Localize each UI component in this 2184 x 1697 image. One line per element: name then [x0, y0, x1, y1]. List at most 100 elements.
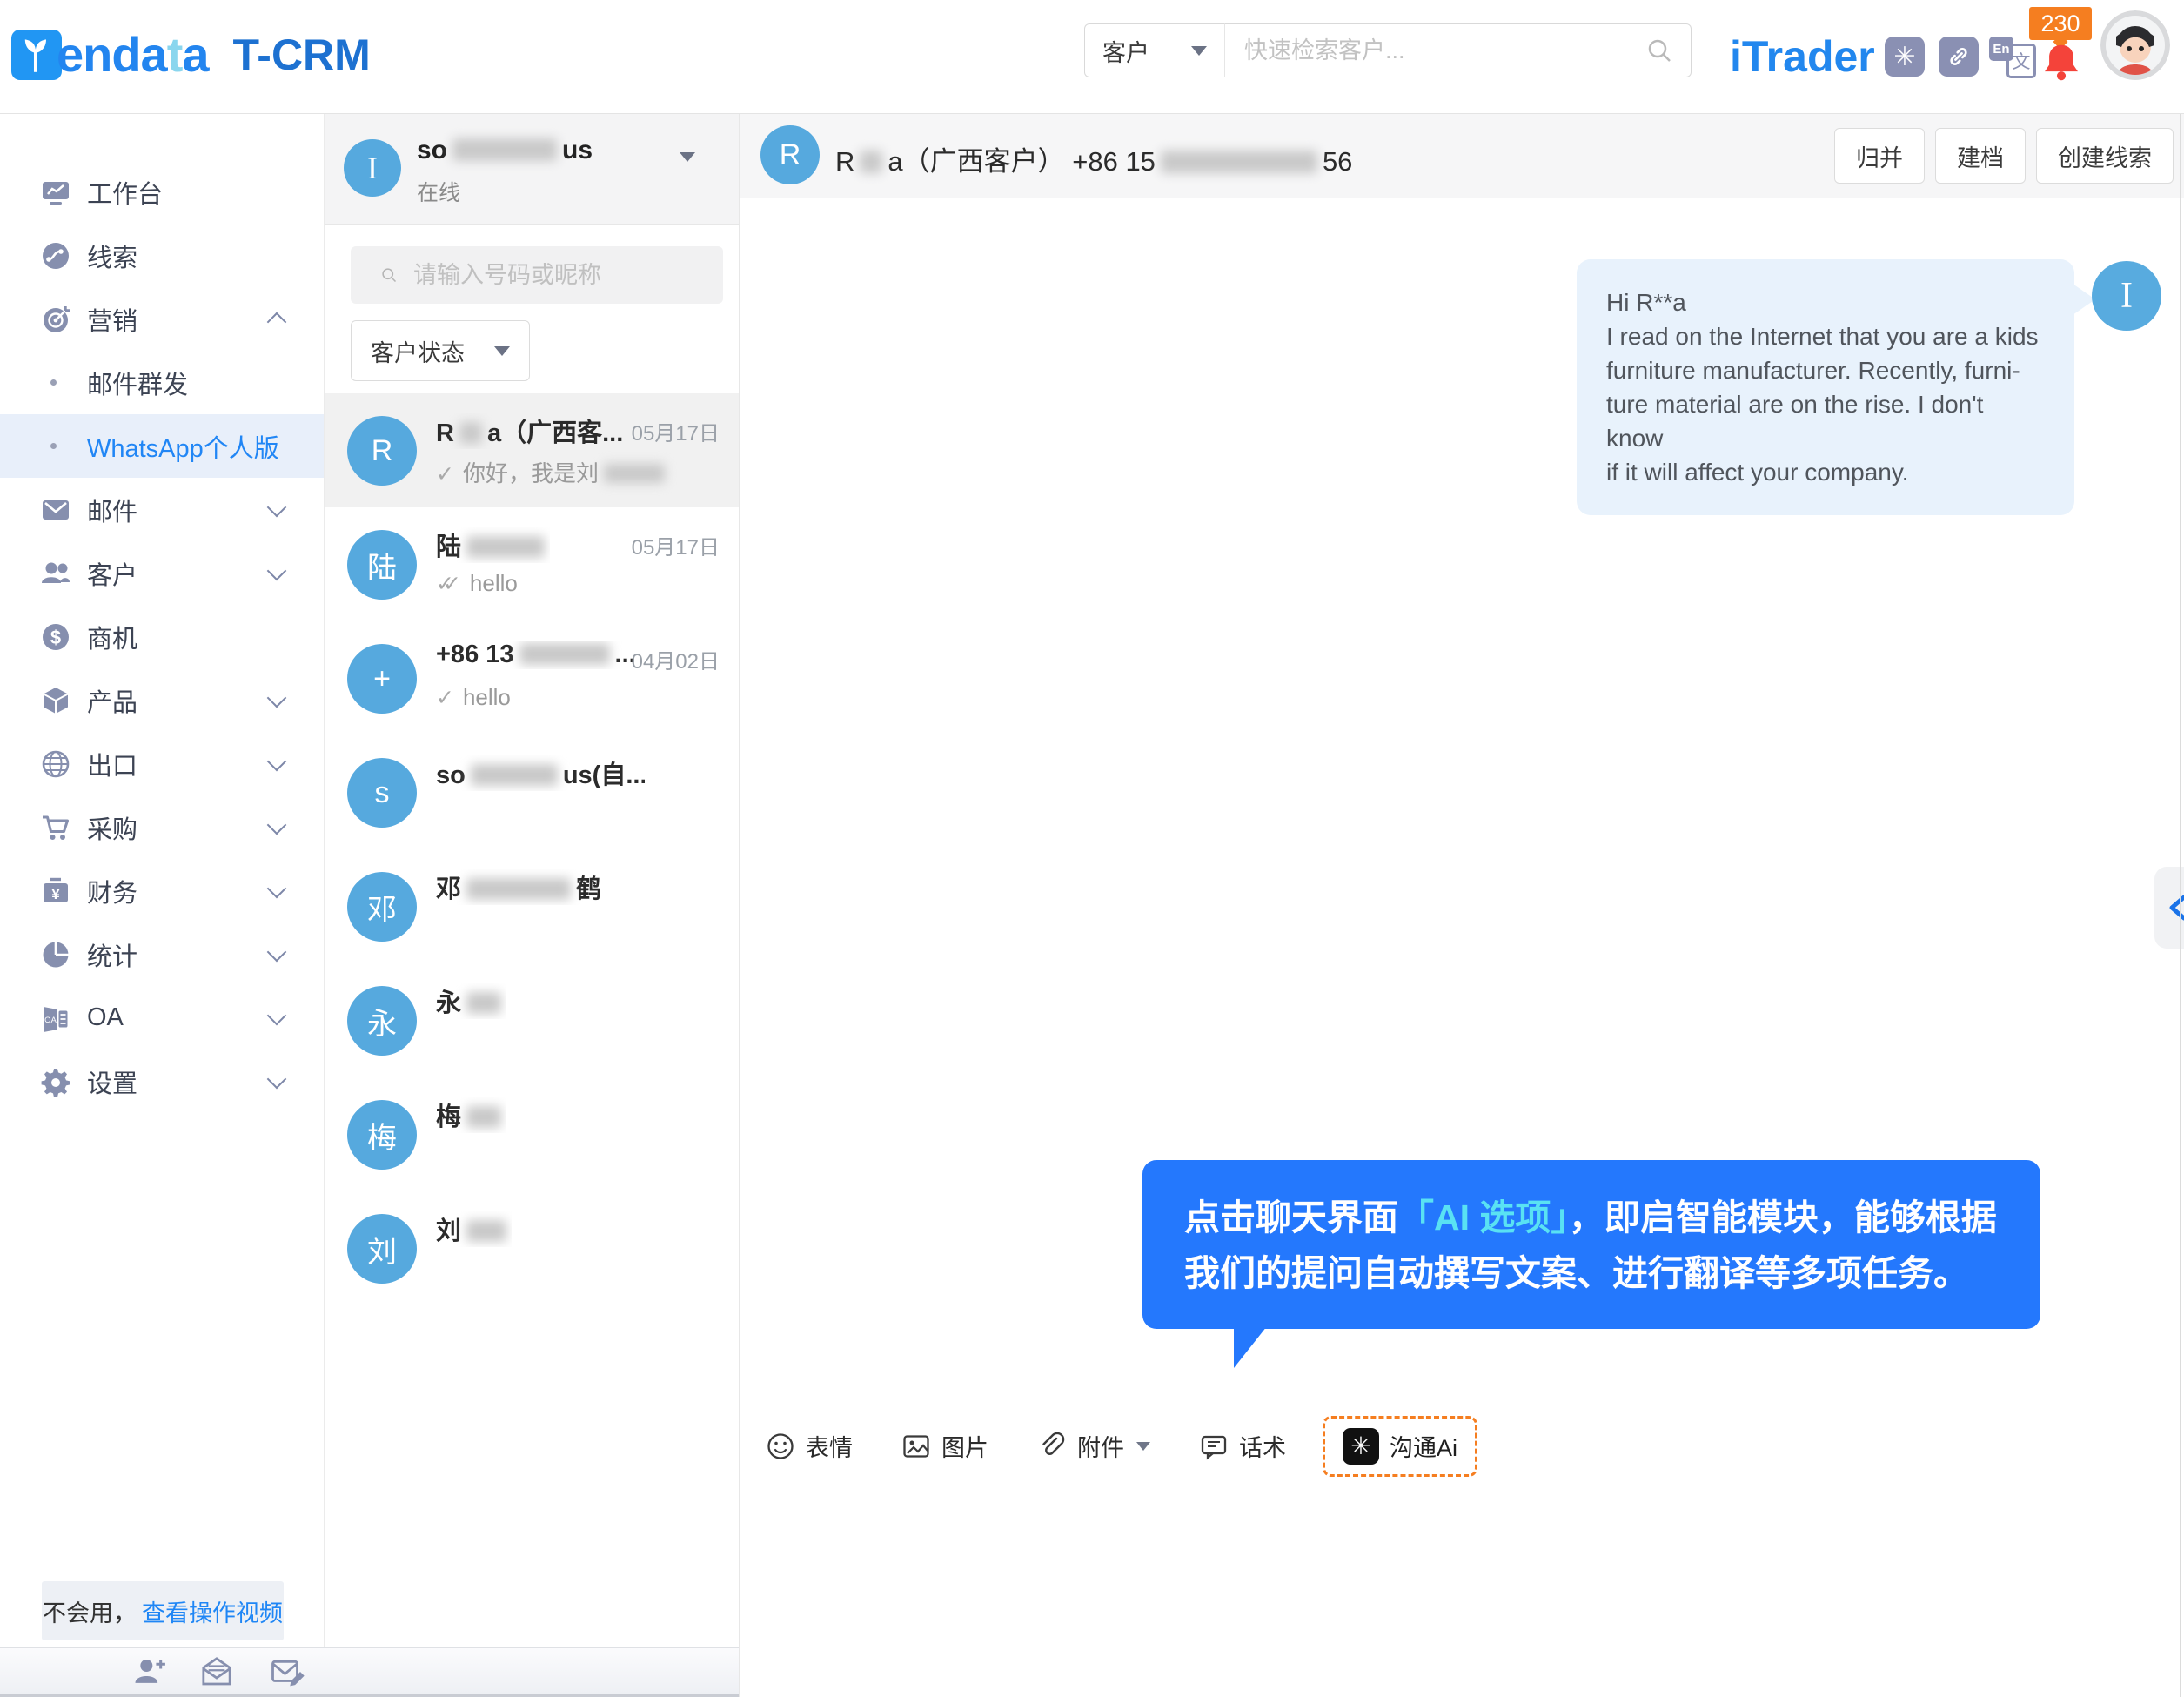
contact-name: 陆 — [436, 527, 550, 563]
sidebar-item-邮件群发[interactable]: 邮件群发 — [0, 351, 324, 414]
contact-name: Ra（广西客... — [436, 419, 624, 447]
help-text: 不会用， — [43, 1600, 137, 1627]
scripts-icon — [1199, 1432, 1229, 1461]
toolbar-scripts-button[interactable]: 话术 — [1199, 1429, 1286, 1463]
contact-search-input[interactable] — [412, 260, 723, 290]
contact-list-item[interactable]: 刘刘 — [325, 1191, 739, 1305]
create-record-button[interactable]: 建档 — [1935, 128, 2026, 184]
contact-avatar: 梅 — [347, 1100, 417, 1170]
redacted-text — [466, 878, 572, 900]
redacted-text — [466, 1220, 507, 1242]
toolbar-item-label: 图片 — [941, 1435, 988, 1461]
double-check-icon: ✓✓ — [436, 572, 461, 596]
search-input[interactable] — [1243, 36, 1645, 65]
marketing-icon — [40, 304, 71, 335]
right-edge-border — [2180, 113, 2181, 1697]
toolbar-item-label: 话术 — [1239, 1435, 1286, 1461]
svg-text:¥: ¥ — [51, 886, 60, 902]
chevron-down-icon — [494, 345, 510, 356]
search-input-box — [1225, 23, 1692, 77]
help-video-link[interactable]: 查看操作视频 — [142, 1594, 283, 1628]
contact-search-box — [351, 246, 723, 304]
redacted-text — [519, 643, 610, 665]
redacted-text — [459, 422, 482, 444]
chain-link-icon — [1950, 48, 1967, 65]
contact-list-item[interactable]: 梅梅 — [325, 1077, 739, 1191]
sidebar-item-邮件[interactable]: 邮件 — [0, 478, 324, 541]
sidebar-item-设置[interactable]: 设置 — [0, 1050, 324, 1113]
message-bubble: Hi R**a I read on the Internet that you … — [1577, 259, 2074, 515]
procurement-icon — [40, 812, 71, 843]
image-icon — [901, 1432, 931, 1461]
toolbar-attachment-button[interactable]: 附件 — [1037, 1429, 1150, 1463]
toolbar-emoji-button[interactable]: 表情 — [766, 1429, 853, 1463]
tooltip-text: ，即启智能模块，能够根据 — [1568, 1197, 1997, 1238]
compose-area[interactable] — [740, 1479, 2180, 1697]
sidebar-item-营销[interactable]: 营销 — [0, 287, 324, 351]
contact-list-item[interactable]: s so us(自... — [325, 735, 739, 849]
compose-icon[interactable] — [270, 1653, 306, 1690]
contact-list-item[interactable]: R Ra（广西客... 05月17日 ✓ 你好，我是刘 — [325, 393, 739, 507]
link-icon[interactable] — [1939, 37, 1979, 77]
contact-list-item[interactable]: + +86 13... 04月02日 ✓ hello — [325, 621, 739, 735]
chat-header-actions: 归并 建档 创建线索 — [1834, 128, 2174, 184]
chevron-down-icon — [266, 1069, 287, 1089]
sidebar-item-label: 邮件群发 — [87, 371, 189, 399]
sidebar-item-采购[interactable]: 采购 — [0, 795, 324, 859]
notification-bell-icon[interactable] — [2041, 42, 2081, 88]
search-icon[interactable] — [1645, 37, 1673, 64]
sidebar-item-线索[interactable]: 线索 — [0, 224, 324, 287]
sidebar-item-出口[interactable]: 出口 — [0, 732, 324, 795]
chatgpt-icon[interactable]: ✳ — [1885, 37, 1925, 77]
settings-icon — [40, 1066, 71, 1097]
sidebar-item-产品[interactable]: 产品 — [0, 668, 324, 732]
translate-icon[interactable]: 文 En — [1989, 35, 2038, 80]
contact-name: +86 13... — [436, 641, 636, 668]
sidebar-item-商机[interactable]: $ 商机 — [0, 605, 324, 668]
message-sender-avatar: I — [2092, 261, 2161, 331]
merge-button[interactable]: 归并 — [1834, 128, 1925, 184]
customers-icon — [40, 558, 71, 589]
customer-status-select[interactable]: 客户状态 — [351, 320, 530, 381]
user-avatar[interactable] — [2100, 10, 2170, 80]
submenu-dot-icon — [50, 443, 57, 449]
last-message-preview: ✓ 你好，我是刘 — [436, 456, 670, 488]
account-chevron-down-icon[interactable] — [680, 152, 695, 178]
chevron-down-icon[interactable] — [1136, 1441, 1150, 1451]
redacted-text — [860, 150, 883, 173]
itrader-logo[interactable]: iTrader — [1730, 31, 1875, 82]
create-lead-button[interactable]: 创建线索 — [2036, 128, 2174, 184]
wordmark-part: enda — [57, 27, 168, 82]
finance-icon: ¥ — [40, 875, 71, 907]
inbox-icon[interactable] — [198, 1653, 235, 1690]
whatsapp-account-header[interactable]: I so us 在线 — [325, 113, 739, 225]
contact-list-item[interactable]: 邓邓鹤 — [325, 849, 739, 963]
contact-list-item[interactable]: 陆陆 05月17日 ✓✓ hello — [325, 507, 739, 621]
toolbar-image-button[interactable]: 图片 — [901, 1429, 988, 1463]
toolbar-item-label: 表情 — [806, 1435, 853, 1461]
communicate-ai-button[interactable]: ✳ 沟通Ai — [1323, 1415, 1478, 1477]
chevron-down-icon — [266, 560, 287, 580]
add-contact-icon[interactable] — [132, 1653, 169, 1690]
sidebar-item-工作台[interactable]: 工作台 — [0, 160, 324, 224]
opportunity-icon: $ — [40, 621, 71, 653]
sidebar-item-label: 客户 — [87, 561, 138, 590]
search-category-select[interactable]: 客户 — [1084, 23, 1225, 77]
contact-list-item[interactable]: 永永 — [325, 963, 739, 1077]
sidebar-item-label: 采购 — [87, 815, 138, 844]
sidebar-item-财务[interactable]: ¥ 财务 — [0, 859, 324, 922]
contact-list: R Ra（广西客... 05月17日 ✓ 你好，我是刘陆陆 05月17日 ✓✓ hello + +… — [325, 393, 739, 1305]
customer-status-value: 客户状态 — [371, 339, 465, 366]
check-icon: ✓ — [436, 686, 454, 710]
sidebar-item-WhatsApp个人版[interactable]: WhatsApp个人版 — [0, 414, 324, 478]
last-message-date: 05月17日 — [631, 536, 720, 560]
sidebar-item-OA[interactable]: OA OA — [0, 986, 324, 1050]
chat-header: R Ra（广西客户） +86 15 56 归并 建档 创建线索 — [740, 113, 2184, 198]
brand-logo[interactable]: endata T-CRM — [11, 30, 371, 80]
sidebar-item-label: 统计 — [87, 942, 138, 971]
tooltip-text: 点击聊天界面 — [1184, 1197, 1398, 1238]
sprout-icon — [24, 39, 46, 72]
sidebar-item-统计[interactable]: 统计 — [0, 922, 324, 986]
sidebar-item-客户[interactable]: 客户 — [0, 541, 324, 605]
redacted-text — [466, 1106, 502, 1128]
